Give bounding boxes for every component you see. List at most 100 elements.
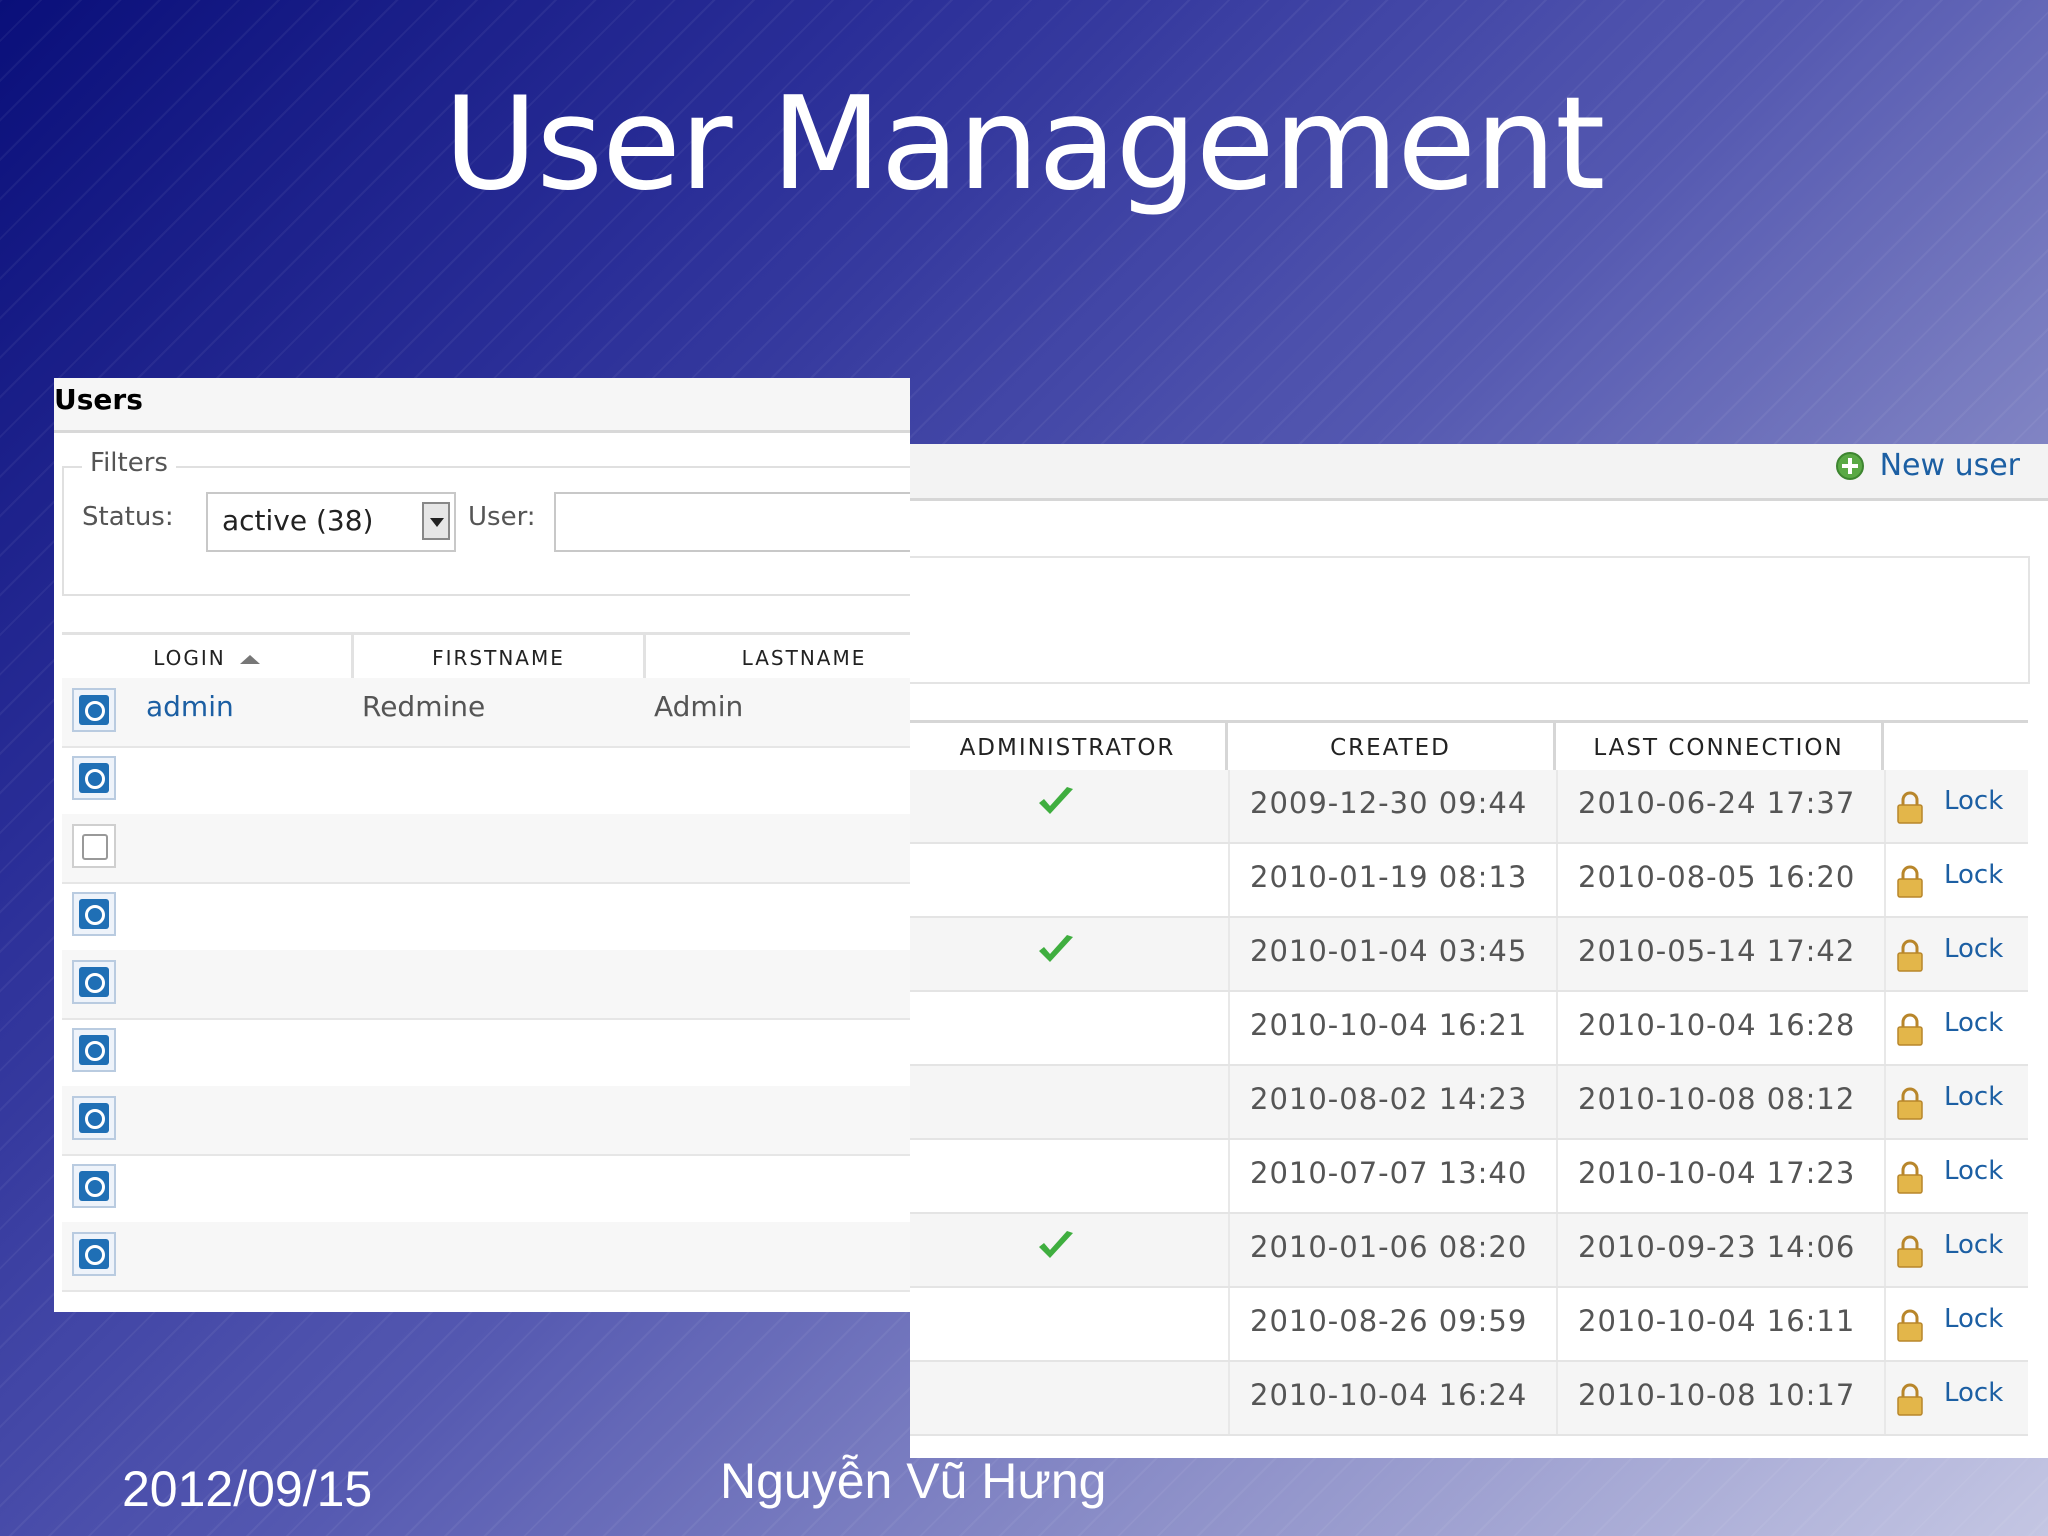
table-row: 2010-10-04 16:21 2010-10-04 16:28 Lock [910, 992, 2028, 1066]
column-divider [1884, 918, 1886, 990]
lock-link[interactable]: Lock [1944, 786, 2003, 816]
lock-icon[interactable] [1896, 790, 1924, 824]
column-header-lastname[interactable]: LASTNAME [646, 632, 910, 678]
lock-icon[interactable] [1896, 1382, 1924, 1416]
column-divider [1228, 770, 1230, 842]
column-header-last-connection[interactable]: LAST CONNECTION [1556, 723, 1884, 773]
users-heading: Users [54, 378, 910, 433]
user-filter-label: User: [468, 502, 536, 532]
lock-icon[interactable] [1896, 864, 1924, 898]
column-divider [1228, 1140, 1230, 1212]
last-connection-cell: 2010-06-24 17:37 [1578, 786, 1856, 820]
lock-link[interactable]: Lock [1944, 1304, 2003, 1334]
created-cell: 2010-01-19 08:13 [1250, 860, 1528, 894]
add-icon [1835, 452, 1864, 480]
user-active-icon [72, 1232, 116, 1276]
lock-link[interactable]: Lock [1944, 1156, 2003, 1186]
created-cell: 2010-07-07 13:40 [1250, 1156, 1528, 1190]
column-divider [1884, 1066, 1886, 1138]
table-row [62, 950, 910, 1020]
table-row [62, 882, 910, 952]
table-row: 2010-10-04 16:24 2010-10-08 10:17 Lock [910, 1362, 2028, 1436]
last-connection-cell: 2010-10-08 08:12 [1578, 1082, 1856, 1116]
last-connection-cell: 2010-10-04 16:28 [1578, 1008, 1856, 1042]
slide-date: 2012/09/15 [122, 1461, 373, 1517]
last-connection-cell: 2010-08-05 16:20 [1578, 860, 1856, 894]
status-select[interactable]: active (38) [206, 492, 456, 552]
column-divider [1556, 1214, 1558, 1286]
column-divider [1884, 992, 1886, 1064]
column-divider [1228, 1362, 1230, 1434]
table-row [62, 1086, 910, 1156]
column-divider [1556, 1140, 1558, 1212]
user-active-icon [72, 1028, 116, 1072]
column-header-administrator[interactable]: ADMINISTRATOR [910, 723, 1228, 773]
user-active-icon [72, 756, 116, 800]
lock-link[interactable]: Lock [1944, 934, 2003, 964]
admin-check-icon [1039, 935, 1073, 962]
column-divider [1228, 1288, 1230, 1360]
column-divider [1228, 1066, 1230, 1138]
new-user-link[interactable]: New user [1835, 448, 2020, 483]
column-divider [1884, 770, 1886, 842]
created-cell: 2010-08-02 14:23 [1250, 1082, 1528, 1116]
table-row [62, 746, 910, 816]
table-row: 2010-08-26 09:59 2010-10-04 16:11 Lock [910, 1288, 2028, 1362]
created-cell: 2010-01-06 08:20 [1250, 1230, 1528, 1264]
lock-icon[interactable] [1896, 938, 1924, 972]
lock-link[interactable]: Lock [1944, 1378, 2003, 1408]
user-filter-input[interactable] [554, 492, 910, 552]
column-header-actions [1884, 723, 2028, 773]
table-row: 2010-07-07 13:40 2010-10-04 17:23 Lock [910, 1140, 2028, 1214]
column-header-login-label: LOGIN [153, 646, 226, 670]
login-link[interactable]: admin [146, 690, 234, 723]
user-image-icon [72, 824, 116, 868]
last-connection-cell: 2010-10-08 10:17 [1578, 1378, 1856, 1412]
column-divider [1556, 770, 1558, 842]
column-header-firstname[interactable]: FIRSTNAME [354, 632, 646, 678]
table-row: 2010-08-02 14:23 2010-10-08 08:12 Lock [910, 1066, 2028, 1140]
lock-icon[interactable] [1896, 1160, 1924, 1194]
lock-icon[interactable] [1896, 1086, 1924, 1120]
column-divider [1884, 844, 1886, 916]
lastname-cell: Admin [654, 690, 744, 723]
user-active-icon [72, 1096, 116, 1140]
users-screenshot-left: Users Filters Status: active (38) User: … [54, 378, 910, 1312]
column-divider [1556, 844, 1558, 916]
user-active-icon [72, 960, 116, 1004]
column-divider [1884, 1288, 1886, 1360]
lock-link[interactable]: Lock [1944, 1230, 2003, 1260]
column-divider [1556, 1288, 1558, 1360]
column-divider [1884, 1362, 1886, 1434]
users-table-header-left: LOGIN FIRSTNAME LASTNAME [62, 632, 910, 681]
slide-title: User Management [443, 70, 1606, 219]
table-row: admin Redmine Admin [62, 678, 910, 748]
last-connection-cell: 2010-10-04 16:11 [1578, 1304, 1856, 1338]
column-divider [1228, 918, 1230, 990]
lock-link[interactable]: Lock [1944, 1082, 2003, 1112]
chevron-down-icon[interactable] [422, 502, 450, 540]
filters-fieldset: Filters Status: active (38) User: [62, 448, 910, 596]
lock-icon[interactable] [1896, 1234, 1924, 1268]
created-cell: 2010-08-26 09:59 [1250, 1304, 1528, 1338]
last-connection-cell: 2010-05-14 17:42 [1578, 934, 1856, 968]
column-header-login[interactable]: LOGIN [62, 632, 354, 678]
users-toolbar: New user [910, 444, 2048, 501]
column-divider [1228, 844, 1230, 916]
created-cell: 2010-01-04 03:45 [1250, 934, 1528, 968]
table-row [62, 1222, 910, 1292]
lock-icon[interactable] [1896, 1012, 1924, 1046]
lock-link[interactable]: Lock [1944, 1008, 2003, 1038]
user-active-icon [72, 892, 116, 936]
lock-link[interactable]: Lock [1944, 860, 2003, 890]
created-cell: 2010-10-04 16:24 [1250, 1378, 1528, 1412]
users-screenshot-right: New user ADMINISTRATOR CREATED LAST CONN… [910, 444, 2048, 1458]
table-row: 2009-12-30 09:44 2010-06-24 17:37 Lock [910, 770, 2028, 844]
table-row [62, 814, 910, 884]
new-user-label: New user [1879, 448, 2020, 483]
column-header-created[interactable]: CREATED [1228, 723, 1556, 773]
lock-icon[interactable] [1896, 1308, 1924, 1342]
status-label: Status: [82, 502, 174, 532]
created-cell: 2009-12-30 09:44 [1250, 786, 1528, 820]
table-row [62, 1154, 910, 1224]
